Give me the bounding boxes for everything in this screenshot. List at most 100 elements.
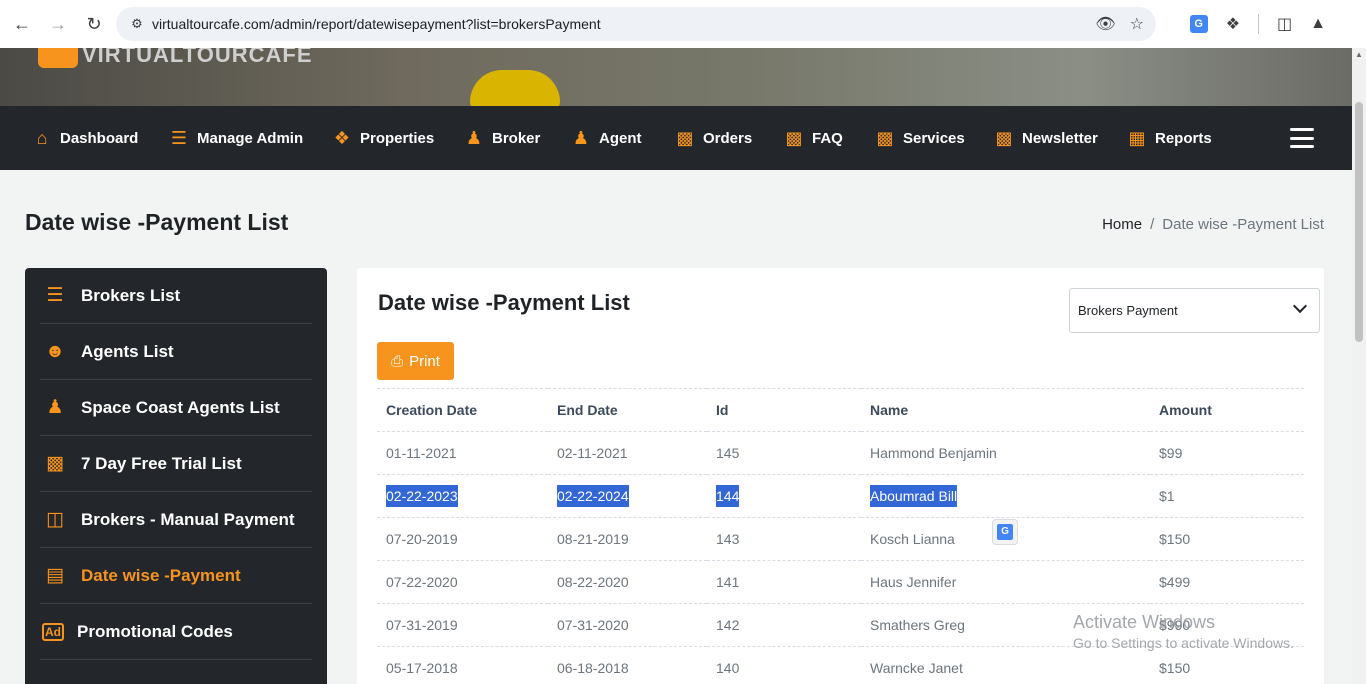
table-cell: Haus Jennifer — [861, 560, 1150, 604]
selected-text: Aboumrad Bill — [870, 485, 958, 507]
side-panel-icon[interactable]: ◫ — [1277, 14, 1292, 34]
table-row: 05-17-2018 06-18-2018 140 Warncke Janet … — [377, 646, 1304, 684]
google-translate-icon[interactable]: G — [1189, 15, 1208, 33]
site-logo[interactable]: VIRTUALTOURCAFE — [38, 48, 313, 68]
back-icon[interactable]: ← — [4, 6, 40, 42]
page-title: Date wise -Payment List — [25, 209, 289, 235]
nav-label: Dashboard — [60, 129, 139, 147]
sidebar-item-label: Brokers List — [81, 285, 181, 305]
sidebar-item-free-trial-list[interactable]: ▩ 7 Day Free Trial List — [40, 436, 312, 492]
toolbar-divider — [1258, 14, 1260, 34]
broker-icon: ♟ — [465, 127, 483, 148]
sidebar-item-promotional-codes[interactable]: Ad Promotional Codes — [40, 604, 312, 660]
selected-text: 02-22-2023 — [386, 485, 458, 507]
watermark-line2: Go to Settings to activate Windows. — [1073, 635, 1294, 651]
table-cell: 144 — [707, 474, 861, 518]
clipboard-icon: ▩ — [876, 127, 894, 148]
table-cell: 07-31-2020 — [548, 603, 707, 647]
nav-label: FAQ — [812, 129, 843, 147]
nav-label: Broker — [492, 129, 541, 147]
chevron-down-icon — [1292, 298, 1308, 314]
scroll-up-icon[interactable]: ▲ — [1352, 48, 1366, 62]
table-cell: 07-22-2020 — [377, 560, 548, 604]
table-cell: Aboumrad Bill — [861, 474, 1150, 518]
sidebar-item-label: 7 Day Free Trial List — [81, 453, 242, 473]
nav-item-reports[interactable]: ▦ Reports — [1128, 106, 1212, 170]
eye-icon[interactable]: 👁 — [1095, 14, 1115, 34]
sidebar-item-brokers-list[interactable]: ☰ Brokers List — [40, 268, 312, 324]
nav-item-properties[interactable]: ❖ Properties — [333, 106, 434, 170]
table-cell: 02-22-2024 — [548, 474, 707, 518]
bookmark-star-icon[interactable]: ☆ — [1130, 14, 1144, 34]
agent-icon: ♟ — [572, 127, 590, 148]
header-banner: VIRTUALTOURCAFE — [0, 48, 1352, 106]
profile-avatar[interactable]: ▲ — [1310, 15, 1326, 33]
table-row: 07-22-2020 08-22-2020 141 Haus Jennifer … — [377, 560, 1304, 604]
table-cell: 02-22-2023 — [377, 474, 548, 518]
table-cell: 02-11-2021 — [548, 431, 707, 475]
column-header[interactable]: Creation Date — [377, 388, 548, 432]
column-header[interactable]: Name — [861, 388, 1150, 432]
table-cell: 08-21-2019 — [548, 517, 707, 561]
print-button[interactable]: ⎙ Print — [377, 342, 454, 380]
sidebar-item-label: Agents List — [81, 341, 174, 361]
selected-text: 02-22-2024 — [557, 485, 629, 507]
ad-icon: Ad — [42, 622, 64, 641]
clipboard-icon: ▩ — [46, 453, 64, 474]
nav-label: Manage Admin — [197, 129, 304, 147]
column-header[interactable]: End Date — [548, 388, 707, 432]
google-translate-icon: G — [997, 524, 1013, 540]
properties-icon: ❖ — [333, 127, 351, 148]
address-bar[interactable]: ⚙ virtualtourcafe.com/admin/report/datew… — [116, 7, 1156, 41]
nav-label: Agent — [599, 129, 642, 147]
nav-item-orders[interactable]: ▩ Orders — [676, 106, 752, 170]
nav-label: Newsletter — [1022, 129, 1098, 147]
nav-item-services[interactable]: ▩ Services — [876, 106, 965, 170]
users-icon: ♟ — [46, 397, 64, 418]
admin-icon: ☰ — [170, 127, 188, 148]
table-cell: $499 — [1150, 560, 1304, 604]
nav-label: Reports — [1155, 129, 1212, 147]
sidebar-item-agents-list[interactable]: ☻ Agents List — [40, 324, 312, 380]
print-label: Print — [409, 352, 440, 370]
main-navigation: ⌂ Dashboard ☰ Manage Admin ❖ Properties … — [0, 106, 1352, 170]
selected-text: 144 — [716, 485, 740, 507]
site-info-icon[interactable]: ⚙ — [122, 16, 152, 32]
nav-item-manage-admin[interactable]: ☰ Manage Admin — [170, 106, 303, 170]
breadcrumb-current: Date wise -Payment List — [1162, 216, 1324, 233]
extensions-icon[interactable]: ❖ — [1226, 14, 1240, 34]
url-text[interactable]: virtualtourcafe.com/admin/report/datewis… — [152, 16, 601, 32]
reload-icon[interactable]: ↻ — [76, 6, 112, 42]
nav-item-dashboard[interactable]: ⌂ Dashboard — [33, 106, 139, 170]
report-type-select[interactable]: Brokers Payment — [1069, 288, 1320, 333]
table-cell: 145 — [707, 431, 861, 475]
breadcrumb: Home / Date wise -Payment List — [1102, 216, 1324, 233]
table-cell: $150 — [1150, 646, 1304, 684]
forward-icon[interactable]: → — [40, 6, 76, 42]
nav-item-newsletter[interactable]: ▩ Newsletter — [995, 106, 1098, 170]
column-header[interactable]: Amount — [1150, 388, 1304, 432]
table-cell: 05-17-2018 — [377, 646, 548, 684]
nav-item-agent[interactable]: ♟ Agent — [572, 106, 642, 170]
translate-popup-button[interactable]: G — [992, 519, 1018, 545]
credit-card-icon: ▤ — [46, 565, 64, 586]
column-header[interactable]: Id — [707, 388, 861, 432]
breadcrumb-home[interactable]: Home — [1102, 216, 1142, 233]
sidebar-item-manual-payment[interactable]: ◫ Brokers - Manual Payment — [40, 492, 312, 548]
money-icon: ◫ — [46, 509, 64, 530]
logo-text: VIRTUALTOURCAFE — [82, 48, 313, 67]
nav-item-faq[interactable]: ▩ FAQ — [785, 106, 843, 170]
scrollbar-thumb[interactable] — [1355, 102, 1363, 342]
menu-toggle-icon[interactable] — [1290, 128, 1314, 148]
printer-icon: ⎙ — [391, 352, 404, 370]
sidebar-item-space-coast-agents[interactable]: ♟ Space Coast Agents List — [40, 380, 312, 436]
sidebar-item-label: Space Coast Agents List — [81, 397, 280, 417]
sidebar-item-label: Date wise -Payment — [81, 565, 241, 585]
nav-item-broker[interactable]: ♟ Broker — [465, 106, 540, 170]
sidebar-item-date-wise-payment[interactable]: ▤ Date wise -Payment — [40, 548, 312, 604]
watermark-line1: Activate Windows — [1073, 612, 1216, 632]
page-scrollbar[interactable]: ▲ — [1352, 48, 1366, 684]
nav-label: Services — [903, 129, 965, 147]
logo-mark-icon — [38, 48, 78, 68]
reports-sidebar: ☰ Brokers List ☻ Agents List ♟ Space Coa… — [25, 268, 327, 684]
